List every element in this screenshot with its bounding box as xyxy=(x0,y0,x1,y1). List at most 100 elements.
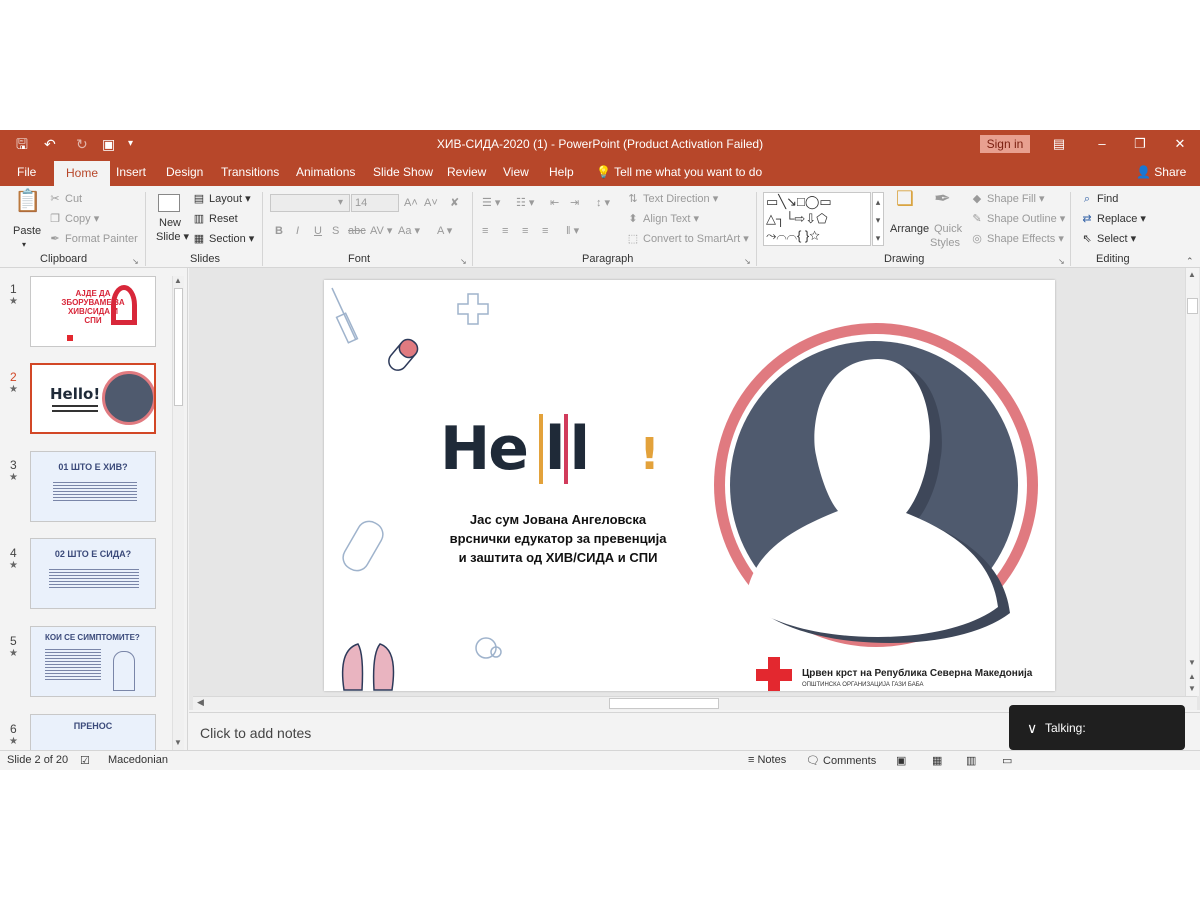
shapes-gallery[interactable]: ▭╲↘□◯▭ △┐└⇨⇩⬠ ⤳⌒⌒{ }☆ xyxy=(763,192,871,246)
find-button[interactable]: ⌕ Find xyxy=(1080,192,1119,206)
scroll-down-icon[interactable]: ▼ xyxy=(174,738,182,747)
current-slide[interactable]: Hello! Јас сум Јована Ангеловска врсничк… xyxy=(324,280,1055,691)
tab-slide-show[interactable]: Slide Show xyxy=(373,158,433,186)
slide-thumbnail-5[interactable]: КОИ СЕ СИМПТОМИТЕ? xyxy=(30,626,156,697)
editor-vertical-scrollbar[interactable]: ▲ ▼ ▲ ▼ xyxy=(1185,268,1199,696)
tab-animations[interactable]: Animations xyxy=(296,158,355,186)
tab-review[interactable]: Review xyxy=(447,158,486,186)
intro-text[interactable]: Јас сум Јована Ангеловска врснички едука… xyxy=(432,510,684,567)
tab-design[interactable]: Design xyxy=(166,158,203,186)
text-direction-button[interactable]: ⇅ Text Direction ▾ xyxy=(626,192,718,206)
previous-slide-icon[interactable]: ▲ xyxy=(1188,672,1196,681)
scroll-up-icon[interactable]: ▲ xyxy=(1188,270,1196,279)
character-spacing-icon[interactable]: AV ▾ xyxy=(370,224,392,238)
align-left-icon[interactable]: ≡ xyxy=(482,224,488,238)
share-button[interactable]: 👤 Share xyxy=(1136,158,1186,186)
new-slide-label-1[interactable]: New xyxy=(159,216,181,230)
scroll-left-icon[interactable]: ◀ xyxy=(197,697,204,708)
tab-file[interactable]: File xyxy=(17,158,36,186)
arrange-button[interactable]: Arrange xyxy=(890,222,929,236)
thumbnail-scrollbar[interactable]: ▲ ▼ xyxy=(172,276,184,750)
slideshow-view-icon[interactable]: ▭ xyxy=(1002,754,1012,767)
clear-formatting-icon[interactable]: ✘ xyxy=(450,196,459,210)
font-launcher-icon[interactable]: ↘ xyxy=(460,255,467,269)
decrease-indent-icon[interactable]: ⇤ xyxy=(550,196,559,210)
bullets-icon[interactable]: ☰ ▾ xyxy=(482,196,500,210)
scroll-down-icon[interactable]: ▼ xyxy=(1188,658,1196,667)
slide-thumbnail-1[interactable]: АЈДЕ ДА ЗБОРУВАМЕ ЗА ХИВ/СИДА И СПИ xyxy=(30,276,156,347)
tab-home[interactable]: Home xyxy=(54,161,111,186)
align-center-icon[interactable]: ≡ xyxy=(502,224,508,238)
arrange-icon[interactable]: ❑ xyxy=(896,189,914,209)
select-button[interactable]: ⇖ Select ▾ xyxy=(1080,232,1136,246)
sign-in-button[interactable]: Sign in xyxy=(980,135,1030,153)
normal-view-icon[interactable]: ▣ xyxy=(896,754,906,767)
quick-styles-button[interactable]: Quick xyxy=(934,222,962,236)
columns-icon[interactable]: ‖ ▾ xyxy=(566,224,579,238)
underline-button[interactable]: U xyxy=(314,224,322,238)
talking-notification[interactable]: ∨ Talking: xyxy=(1009,705,1185,750)
shapes-gallery-scroll[interactable]: ▴ ▾ ▾ xyxy=(872,192,884,246)
tab-view[interactable]: View xyxy=(503,158,529,186)
drawing-launcher-icon[interactable]: ↘ xyxy=(1058,255,1065,269)
paste-button[interactable]: Paste xyxy=(13,224,41,238)
font-name-dropdown-icon[interactable]: ▾ xyxy=(338,196,343,210)
increase-indent-icon[interactable]: ⇥ xyxy=(570,196,579,210)
comments-toggle[interactable]: 🗨 Comments xyxy=(806,754,876,767)
convert-smartart-button[interactable]: ⬚ Convert to SmartArt ▾ xyxy=(626,232,749,246)
quick-styles-icon[interactable]: ✒ xyxy=(934,189,951,209)
font-color-icon[interactable]: A ▾ xyxy=(437,224,452,238)
notes-placeholder[interactable]: Click to add notes xyxy=(200,725,311,741)
layout-button[interactable]: ▤ Layout ▾ xyxy=(192,192,251,206)
minimize-icon[interactable]: – xyxy=(1090,134,1114,154)
chevron-down-icon[interactable]: ∨ xyxy=(1027,720,1037,737)
slide-thumbnail-2[interactable]: Hello! xyxy=(30,363,156,434)
slide-thumbnail-4[interactable]: 02 ШТО Е СИДА? xyxy=(30,538,156,609)
hello-heading[interactable]: Hello! xyxy=(440,414,660,484)
align-text-button[interactable]: ⬍ Align Text ▾ xyxy=(626,212,699,226)
tab-transitions[interactable]: Transitions xyxy=(221,158,279,186)
paste-icon[interactable]: 📋 xyxy=(14,190,41,212)
scroll-thumb[interactable] xyxy=(1187,298,1198,314)
paragraph-launcher-icon[interactable]: ↘ xyxy=(744,255,751,269)
justify-icon[interactable]: ≡ xyxy=(542,224,548,238)
line-spacing-icon[interactable]: ↕ ▾ xyxy=(596,196,610,210)
shape-outline-button[interactable]: ✎ Shape Outline ▾ xyxy=(970,212,1065,226)
section-button[interactable]: ▦ Section ▾ xyxy=(192,232,254,246)
align-right-icon[interactable]: ≡ xyxy=(522,224,528,238)
reset-button[interactable]: ▥ Reset xyxy=(192,212,238,226)
shape-fill-button[interactable]: ◆ Shape Fill ▾ xyxy=(970,192,1045,206)
replace-button[interactable]: ⇄ Replace ▾ xyxy=(1080,212,1146,226)
grow-font-icon[interactable]: A˄ xyxy=(404,196,418,210)
new-slide-button[interactable]: Slide ▾ xyxy=(156,230,189,244)
change-case-icon[interactable]: Aa ▾ xyxy=(398,224,420,238)
ribbon-display-options-icon[interactable]: ▤ xyxy=(1047,134,1071,154)
shrink-font-icon[interactable]: A˅ xyxy=(424,196,438,210)
new-slide-icon[interactable] xyxy=(158,194,180,212)
cut-button[interactable]: ✂ Cut xyxy=(48,192,82,206)
notes-toggle[interactable]: ≡ Notes xyxy=(748,754,786,766)
scroll-thumb[interactable] xyxy=(174,288,183,406)
shape-effects-button[interactable]: ◎ Shape Effects ▾ xyxy=(970,232,1064,246)
tab-insert[interactable]: Insert xyxy=(116,158,146,186)
numbering-icon[interactable]: ☷ ▾ xyxy=(516,196,534,210)
spelling-icon[interactable]: ☑ xyxy=(80,754,90,767)
slide-sorter-icon[interactable]: ▦ xyxy=(932,754,942,767)
strikethrough-button[interactable]: abc xyxy=(348,224,366,238)
close-icon[interactable]: ✕ xyxy=(1168,134,1192,154)
next-slide-icon[interactable]: ▼ xyxy=(1188,684,1196,693)
format-painter-button[interactable]: ✒ Format Painter xyxy=(48,232,137,246)
reading-view-icon[interactable]: ▥ xyxy=(966,754,976,767)
restore-icon[interactable]: ❐ xyxy=(1128,134,1152,154)
scroll-thumb[interactable] xyxy=(609,698,719,709)
slide-thumbnail-6[interactable]: ПРЕНОС xyxy=(30,714,156,750)
bold-button[interactable]: B xyxy=(275,224,283,238)
paste-dropdown-icon[interactable]: ▾ xyxy=(22,238,26,252)
italic-button[interactable]: I xyxy=(296,224,299,238)
tell-me-box[interactable]: 💡 Tell me what you want to do xyxy=(596,158,762,186)
language-indicator[interactable]: Macedonian xyxy=(108,754,168,766)
clipboard-launcher-icon[interactable]: ↘ xyxy=(132,255,139,269)
font-size-combobox[interactable]: 14 xyxy=(351,194,399,212)
copy-button[interactable]: ❐ Copy ▾ xyxy=(48,212,99,226)
slide-thumbnail-3[interactable]: 01 ШТО Е ХИВ? xyxy=(30,451,156,522)
